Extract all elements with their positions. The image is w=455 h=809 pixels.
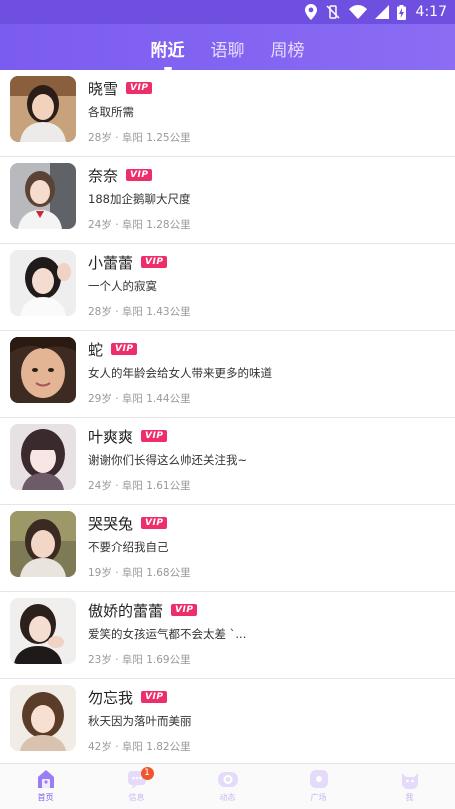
nav-home-label: 首页 [37, 793, 54, 802]
nav-message[interactable]: 1 信息 [91, 764, 182, 809]
user-list-item[interactable]: 奈奈 VIP 188加企鹅聊大尺度 24岁 · 阜阳 1.28公里 [0, 157, 455, 244]
user-meta: 28岁 · 阜阳 1.43公里 [88, 306, 191, 318]
user-list-item[interactable]: 晓雪 VIP 各取所需 28岁 · 阜阳 1.25公里 [0, 70, 455, 157]
vibrate-off-icon [325, 4, 341, 20]
user-list-item[interactable]: 蛇 VIP 女人的年龄会给女人带来更多的味道 29岁 · 阜阳 1.44公里 [0, 331, 455, 418]
moments-icon [217, 768, 239, 790]
top-nav-bar: 附近 语聊 周榜 [0, 24, 455, 70]
user-name: 奈奈 [88, 166, 119, 185]
status-time: 4:17 [415, 4, 447, 20]
user-meta: 29岁 · 阜阳 1.44公里 [88, 393, 191, 405]
user-meta: 19岁 · 阜阳 1.68公里 [88, 567, 191, 579]
user-list-item[interactable]: 哭哭兔 VIP 不要介绍我自己 19岁 · 阜阳 1.68公里 [0, 505, 455, 592]
avatar[interactable] [10, 511, 76, 577]
home-icon [35, 768, 57, 790]
user-name: 小蕾蕾 [88, 253, 134, 272]
status-bar: 4:17 [0, 0, 455, 24]
nav-moments[interactable]: 动态 [182, 764, 273, 809]
vip-badge: VIP [141, 691, 168, 703]
battery-charging-icon [396, 4, 406, 20]
user-list-item[interactable]: 勿忘我 VIP 秋天因为落叶而美丽 42岁 · 阜阳 1.82公里 [0, 679, 455, 766]
nav-square[interactable]: 广场 [273, 764, 364, 809]
vip-badge: VIP [111, 343, 138, 355]
tab-weekly-ranking[interactable]: 周榜 [269, 34, 307, 63]
tab-nearby[interactable]: 附近 [149, 34, 187, 63]
nav-profile[interactable]: 我 [364, 764, 455, 809]
avatar[interactable] [10, 598, 76, 664]
user-name: 蛇 [88, 340, 104, 359]
user-list-item[interactable]: 小蕾蕾 VIP 一个人的寂寞 28岁 · 阜阳 1.43公里 [0, 244, 455, 331]
vip-badge: VIP [141, 517, 168, 529]
avatar[interactable] [10, 685, 76, 751]
avatar[interactable] [10, 337, 76, 403]
user-signature: 188加企鹅聊大尺度 [88, 192, 191, 206]
user-list: 晓雪 VIP 各取所需 28岁 · 阜阳 1.25公里 奈奈 VIP 188加企… [0, 70, 455, 766]
wifi-icon [348, 5, 367, 19]
bottom-nav-bar: 首页 1 信息 动态 广场 我 [0, 763, 455, 809]
user-name: 哭哭兔 [88, 514, 134, 533]
nav-home[interactable]: 首页 [0, 764, 91, 809]
location-icon [304, 4, 317, 20]
tab-voice-chat[interactable]: 语聊 [209, 34, 247, 63]
user-name: 晓雪 [88, 79, 119, 98]
user-meta: 24岁 · 阜阳 1.61公里 [88, 480, 191, 492]
user-meta: 24岁 · 阜阳 1.28公里 [88, 219, 191, 231]
user-signature: 爱笑的女孩运气都不会太差 `... [88, 627, 247, 641]
nav-square-label: 广场 [310, 793, 327, 802]
user-signature: 女人的年龄会给女人带来更多的味道 [88, 366, 272, 380]
unread-badge: 1 [140, 767, 154, 780]
nav-message-label: 信息 [128, 793, 145, 802]
vip-badge: VIP [141, 430, 168, 442]
user-list-item[interactable]: 叶爽爽 VIP 谢谢你们长得这么帅还关注我~ 24岁 · 阜阳 1.61公里 [0, 418, 455, 505]
avatar[interactable] [10, 163, 76, 229]
vip-badge: VIP [126, 82, 153, 94]
user-signature: 不要介绍我自己 [88, 540, 169, 554]
vip-badge: VIP [141, 256, 168, 268]
tab-bar: 附近 语聊 周榜 [0, 34, 455, 63]
user-signature: 一个人的寂寞 [88, 279, 157, 293]
nav-profile-label: 我 [405, 793, 414, 802]
square-icon [308, 768, 330, 790]
avatar[interactable] [10, 424, 76, 490]
user-signature: 秋天因为落叶而美丽 [88, 714, 192, 728]
nav-moments-label: 动态 [219, 793, 236, 802]
avatar[interactable] [10, 250, 76, 316]
user-meta: 23岁 · 阜阳 1.69公里 [88, 654, 191, 666]
avatar[interactable] [10, 76, 76, 142]
user-name: 傲娇的蕾蕾 [88, 601, 164, 620]
vip-badge: VIP [126, 169, 153, 181]
profile-icon [399, 768, 421, 790]
user-signature: 各取所需 [88, 105, 134, 119]
user-list-item[interactable]: 傲娇的蕾蕾 VIP 爱笑的女孩运气都不会太差 `... 23岁 · 阜阳 1.6… [0, 592, 455, 679]
vip-badge: VIP [171, 604, 198, 616]
user-meta: 42岁 · 阜阳 1.82公里 [88, 741, 191, 753]
signal-icon [374, 5, 389, 19]
user-signature: 谢谢你们长得这么帅还关注我~ [88, 453, 248, 467]
user-name: 叶爽爽 [88, 427, 134, 446]
user-name: 勿忘我 [88, 688, 134, 707]
user-meta: 28岁 · 阜阳 1.25公里 [88, 132, 191, 144]
